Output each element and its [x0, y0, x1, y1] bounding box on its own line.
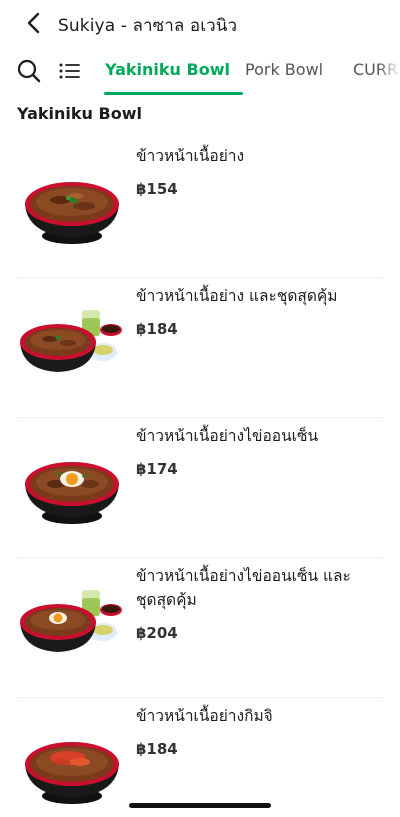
back-button[interactable]	[22, 10, 48, 36]
item-name: ข้าวหน้าเนื้อย่างไข่ออนเซ็น	[136, 427, 319, 445]
active-tab-indicator	[104, 92, 243, 95]
menu-item[interactable]: ข้าวหน้าเนื้อย่างไข่ออนเซ็น และชุดสุดคุ้…	[0, 558, 400, 698]
beef-bowl-onsen-egg-set-image	[20, 590, 122, 652]
tab-yakiniku-bowl[interactable]: Yakiniku Bowl	[105, 60, 230, 79]
item-price: ฿184	[136, 740, 178, 758]
chevron-left-icon	[27, 12, 40, 34]
tab-pork-bowl[interactable]: Pork Bowl	[245, 60, 323, 79]
category-tabbar: Yakiniku Bowl Pork Bowl CURRY	[0, 48, 400, 96]
store-title: Sukiya - ลาซาล อเวนิว	[58, 16, 238, 36]
category-list-button[interactable]	[58, 58, 82, 84]
search-icon	[17, 59, 41, 83]
beef-bowl-kimchi-image	[25, 742, 119, 804]
item-name: ข้าวหน้าเนื้อย่าง และชุดสุดคุ้ม	[136, 287, 338, 305]
item-name: ข้าวหน้าเนื้อย่างไข่ออนเซ็น และชุดสุดคุ้…	[136, 567, 351, 609]
menu-item[interactable]: ข้าวหน้าเนื้อย่าง ฿154	[0, 138, 400, 278]
item-name: ข้าวหน้าเนื้อย่างกิมจิ	[136, 707, 273, 725]
menu-item[interactable]: ข้าวหน้าเนื้อย่างกิมจิ ฿184	[0, 698, 400, 817]
item-price: ฿174	[136, 460, 178, 478]
tab-scroll-fade	[378, 48, 400, 96]
app-header: Sukiya - ลาซาล อเวนิว	[0, 0, 400, 48]
item-name: ข้าวหน้าเนื้อย่าง	[136, 147, 245, 165]
menu-item[interactable]: ข้าวหน้าเนื้อย่างไข่ออนเซ็น ฿174	[0, 418, 400, 558]
item-price: ฿154	[136, 180, 178, 198]
beef-bowl-set-image	[20, 310, 122, 372]
section-title: Yakiniku Bowl	[17, 104, 142, 123]
menu-item[interactable]: ข้าวหน้าเนื้อย่าง และชุดสุดคุ้ม ฿184	[0, 278, 400, 418]
search-button[interactable]	[16, 58, 42, 84]
list-menu-icon	[59, 63, 80, 79]
beef-bowl-image	[25, 182, 119, 244]
item-price: ฿184	[136, 320, 178, 338]
home-indicator	[129, 803, 271, 808]
item-price: ฿204	[136, 624, 178, 642]
beef-bowl-onsen-egg-image	[25, 462, 119, 524]
